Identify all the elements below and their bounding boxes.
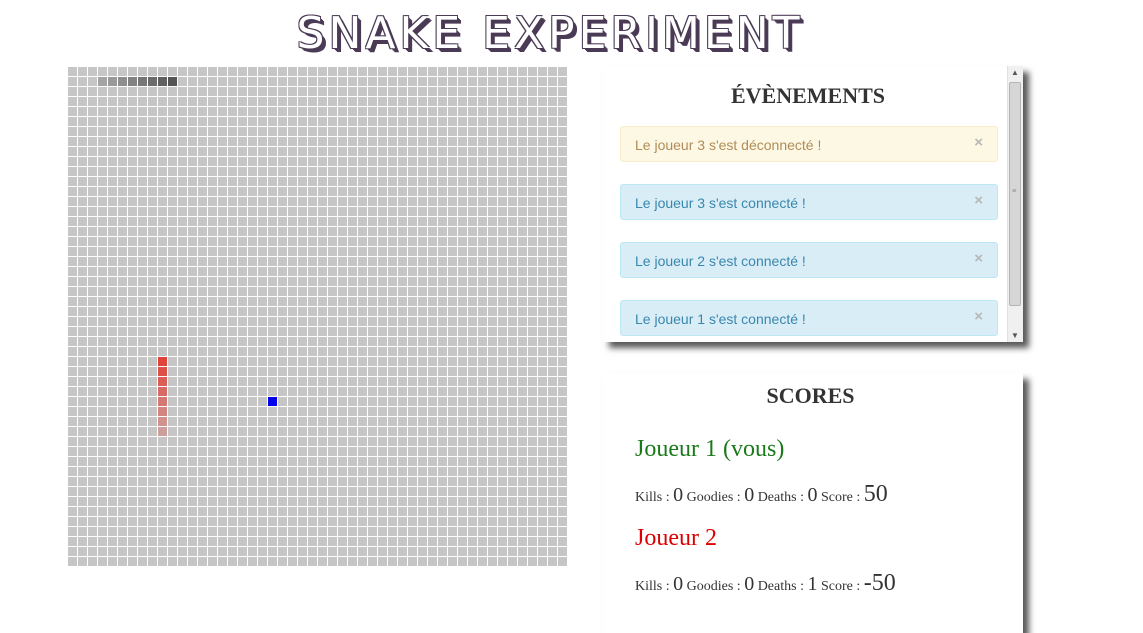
score-value: 50 (863, 481, 888, 507)
goodies-value: 0 (744, 484, 755, 506)
event-text: Le joueur 3 s'est connecté ! (635, 195, 806, 211)
close-icon[interactable]: × (974, 250, 983, 267)
snake-segment (158, 407, 167, 416)
goodies-label: Goodies : (686, 490, 741, 505)
score-value: -50 (863, 570, 896, 596)
scores-panel: SCORES Joueur 1 (vous) Kills : 0 Goodies… (603, 373, 1023, 633)
player-stats-1: Kills : 0 Goodies : 0 Deaths : 0 Score :… (635, 481, 888, 508)
snake-segment (158, 387, 167, 396)
close-icon[interactable]: × (974, 134, 983, 151)
close-icon[interactable]: × (974, 308, 983, 325)
deaths-label: Deaths : (757, 579, 804, 594)
kills-value: 0 (673, 573, 684, 595)
snake-segment (158, 427, 167, 436)
event-alert: Le joueur 3 s'est déconnecté ! × (620, 126, 998, 162)
player-name-1: Joueur 1 (vous) (635, 436, 785, 462)
snake-segment (138, 77, 147, 86)
deaths-value: 0 (807, 484, 818, 506)
event-alert: Le joueur 2 s'est connecté ! × (620, 242, 998, 278)
deaths-value: 1 (807, 573, 818, 595)
scroll-up-icon[interactable]: ▲ (1011, 68, 1019, 77)
event-alert: Le joueur 1 s'est connecté ! × (620, 300, 998, 336)
kills-value: 0 (673, 484, 684, 506)
snake-segment (158, 397, 167, 406)
snake-segment (158, 417, 167, 426)
scores-heading: SCORES (766, 383, 855, 408)
player-stats-2: Kills : 0 Goodies : 0 Deaths : 1 Score :… (635, 570, 896, 597)
kills-label: Kills : (635, 579, 670, 594)
snake-segment (108, 77, 117, 86)
event-alert: Le joueur 3 s'est connecté ! × (620, 184, 998, 220)
snake-segment (158, 377, 167, 386)
snake-segment (168, 77, 177, 86)
score-label: Score : (820, 490, 861, 505)
snake-segment (158, 357, 167, 366)
snake-segment (148, 77, 157, 86)
score-label: Score : (820, 579, 861, 594)
goodies-label: Goodies : (686, 579, 741, 594)
scroll-down-icon[interactable]: ▼ (1011, 331, 1019, 340)
snake-segment (128, 77, 137, 86)
snake-segment (158, 367, 167, 376)
close-icon[interactable]: × (974, 192, 983, 209)
deaths-label: Deaths : (757, 490, 804, 505)
event-text: Le joueur 1 s'est connecté ! (635, 311, 806, 327)
player-name-2: Joueur 2 (635, 525, 717, 551)
snake-segment (98, 77, 107, 86)
snake-segment (158, 77, 167, 86)
page-title: SNAKE EXPERIMENT (296, 8, 804, 59)
kills-label: Kills : (635, 490, 670, 505)
scrollbar-thumb[interactable]: ≡ (1009, 82, 1021, 306)
goodies-value: 0 (744, 573, 755, 595)
snake-segment (118, 77, 127, 86)
grip-icon: ≡ (1012, 186, 1017, 195)
events-panel: ÉVÈNEMENTS Le joueur 3 s'est déconnecté … (603, 66, 1023, 342)
goodie (268, 397, 277, 406)
events-scrollbar[interactable]: ▲ ≡ ▼ (1007, 66, 1023, 342)
game-board[interactable] (67, 66, 567, 566)
event-text: Le joueur 3 s'est déconnecté ! (635, 137, 822, 153)
event-text: Le joueur 2 s'est connecté ! (635, 253, 806, 269)
events-heading: ÉVÈNEMENTS (730, 83, 886, 108)
